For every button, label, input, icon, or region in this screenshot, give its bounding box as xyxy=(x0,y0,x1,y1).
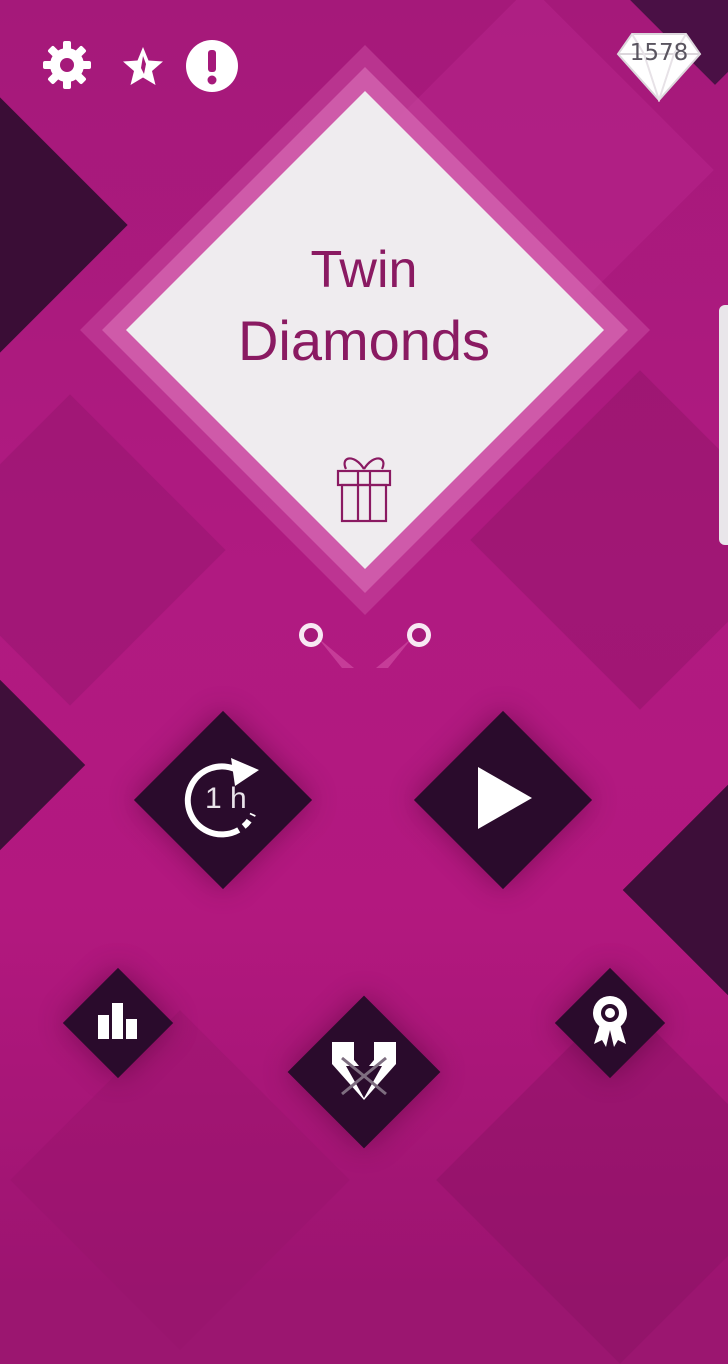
bar-chart-icon xyxy=(94,1001,142,1045)
gift-icon xyxy=(332,447,396,529)
play-icon xyxy=(470,763,536,837)
game-title-line2: Diamonds xyxy=(237,309,491,372)
award-ribbon-icon xyxy=(590,994,630,1052)
twin-left-orb xyxy=(296,620,358,672)
play-button[interactable] xyxy=(427,724,579,876)
gift-button[interactable] xyxy=(330,448,398,528)
scroll-handle[interactable] xyxy=(719,305,728,545)
twin-right-orb xyxy=(372,620,434,672)
game-title-line1: Twin xyxy=(310,241,418,299)
leaderboard-button[interactable] xyxy=(70,975,166,1071)
achievements-button[interactable] xyxy=(562,975,658,1071)
timer-label: 1 h xyxy=(205,782,247,815)
timer-button[interactable]: 1 h xyxy=(147,724,299,876)
skins-button[interactable] xyxy=(296,1004,432,1140)
twin-diamonds-icon xyxy=(328,1038,400,1106)
